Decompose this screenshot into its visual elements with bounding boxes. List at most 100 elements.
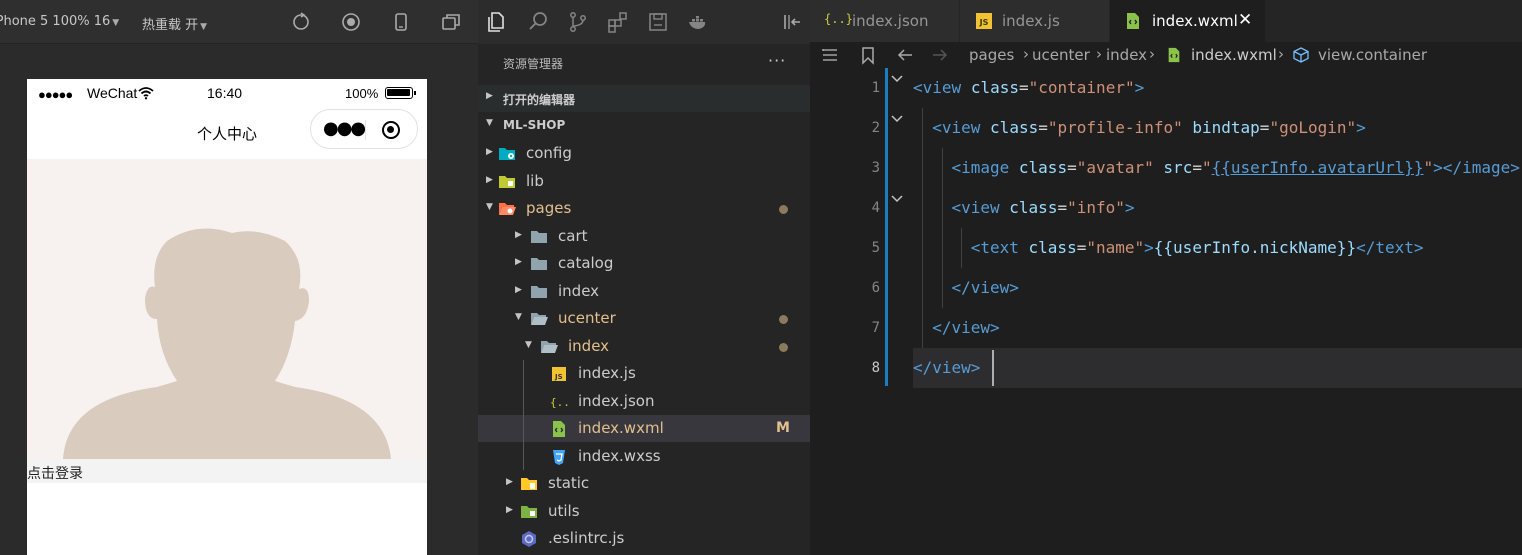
json-file-icon: {..} bbox=[824, 12, 853, 26]
more-actions-icon[interactable]: ··· bbox=[768, 51, 786, 70]
hot-reload-toggle[interactable]: 热重载 开 ▼ bbox=[142, 14, 207, 33]
rotate-icon[interactable] bbox=[290, 11, 312, 33]
extensions-icon[interactable] bbox=[606, 10, 630, 34]
line-number: 8 bbox=[871, 360, 880, 376]
breadcrumb-index[interactable]: index bbox=[1106, 46, 1147, 64]
tree-item-label: lib bbox=[526, 171, 544, 190]
tab-index-json[interactable]: {..} index.json bbox=[810, 0, 960, 42]
bookmark-icon[interactable] bbox=[858, 45, 878, 65]
breadcrumb-pages[interactable]: pages bbox=[969, 46, 1014, 64]
line-number: 1 bbox=[871, 80, 880, 96]
phone-status-bar: ●●●●● WeChat 16:40 100% bbox=[27, 79, 427, 109]
indent-guide bbox=[961, 228, 962, 268]
tree-item-index[interactable]: ▶ index bbox=[478, 278, 810, 305]
back-arrow-icon[interactable] bbox=[895, 45, 915, 65]
docker-icon[interactable] bbox=[686, 10, 710, 34]
tree-item-catalog[interactable]: ▶ catalog bbox=[478, 250, 810, 277]
tree-item-index-wxss[interactable]: index.wxss bbox=[478, 443, 810, 470]
explorer-icon[interactable] bbox=[486, 10, 510, 34]
chevron-right-icon[interactable]: ▶ bbox=[515, 257, 522, 267]
chevron-right-icon[interactable]: ▶ bbox=[506, 477, 513, 487]
code-line: <view class="container"> bbox=[913, 68, 1144, 108]
chevron-down-icon[interactable]: ▼ bbox=[486, 202, 493, 212]
tab-index-js[interactable]: JS index.js bbox=[960, 0, 1110, 42]
tree-item-ucenter[interactable]: ▼ ucenter bbox=[478, 305, 810, 332]
more-icon[interactable]: ●●● bbox=[323, 118, 366, 139]
tree-item-lib[interactable]: ▶ lib bbox=[478, 168, 810, 195]
list-icon[interactable] bbox=[820, 45, 840, 65]
breadcrumb-ucenter[interactable]: ucenter bbox=[1032, 46, 1090, 64]
code-token: src bbox=[1163, 158, 1193, 177]
code-token: class bbox=[1009, 198, 1058, 217]
chevron-right-icon[interactable]: ▶ bbox=[515, 230, 522, 240]
code-token: > bbox=[1144, 238, 1154, 257]
code-token: "container" bbox=[1028, 78, 1135, 97]
code-editor[interactable]: <view class="container"> <view class="pro… bbox=[913, 68, 1522, 555]
folder-lib-icon bbox=[498, 173, 516, 190]
source-control-icon[interactable] bbox=[566, 10, 590, 34]
status-time: 16:40 bbox=[207, 85, 243, 101]
folder-open-icon bbox=[540, 338, 558, 355]
code-token: <view bbox=[913, 78, 962, 97]
editor-tab-bar: {..} index.json JS index.js index.wxml ✕ bbox=[810, 0, 1522, 42]
code-token: class bbox=[970, 78, 1019, 97]
tree-item-index-js[interactable]: JS index.js bbox=[478, 360, 810, 387]
record-icon[interactable] bbox=[340, 11, 362, 33]
tree-item-cart[interactable]: ▶ cart bbox=[478, 223, 810, 250]
tree-item-index[interactable]: ▼ index bbox=[478, 333, 810, 360]
fold-chevron-icon[interactable] bbox=[890, 74, 904, 84]
folder-pages-icon bbox=[498, 200, 516, 217]
search-icon[interactable] bbox=[526, 10, 550, 34]
phone-icon[interactable] bbox=[390, 11, 412, 33]
tree-item-utils[interactable]: ▶ utils bbox=[478, 498, 810, 525]
wxml-file-icon bbox=[1127, 13, 1139, 29]
folder-icon bbox=[530, 228, 548, 245]
css-file-icon bbox=[550, 448, 568, 465]
simulator-pane: iPhone 5 100% 16▼ 热重载 开▼ ●●●●● WeChat bbox=[0, 0, 478, 555]
tree-item-static[interactable]: ▶ static bbox=[478, 470, 810, 497]
tab-index-wxml[interactable]: index.wxml ✕ bbox=[1110, 0, 1266, 42]
code-token: "name" bbox=[1086, 238, 1145, 257]
device-selector[interactable]: iPhone 5 100% 16 ▼ bbox=[0, 14, 119, 29]
avatar[interactable] bbox=[27, 159, 427, 459]
tree-item-index-json[interactable]: {..} index.json bbox=[478, 388, 810, 415]
text-cursor bbox=[992, 350, 994, 386]
code-line: </view> bbox=[932, 308, 999, 348]
chevron-down-icon[interactable]: ▼ bbox=[525, 340, 532, 350]
fold-chevron-icon[interactable] bbox=[890, 114, 904, 124]
tree-item-pages[interactable]: ▼ pages bbox=[478, 195, 810, 222]
save-icon[interactable] bbox=[646, 10, 670, 34]
chevron-down-icon[interactable]: ▼ bbox=[515, 312, 522, 322]
fold-chevron-icon[interactable] bbox=[890, 194, 904, 204]
js-file-icon: JS bbox=[976, 13, 992, 29]
detach-window-icon[interactable] bbox=[440, 11, 462, 33]
close-mini-program-icon[interactable] bbox=[382, 121, 400, 139]
tree-item-config[interactable]: ▶ config bbox=[478, 140, 810, 167]
folder-static-icon bbox=[520, 475, 538, 492]
collapse-panel-icon[interactable] bbox=[780, 10, 804, 34]
breadcrumb-symbol[interactable]: view.container bbox=[1318, 46, 1427, 64]
code-token: = bbox=[1018, 78, 1029, 97]
explorer-pane: 资源管理器 ··· ▶ 打开的编辑器 ▼ ML-SHOP ▶ config ▶ lib… bbox=[478, 0, 810, 555]
tree-item-label: index.json bbox=[578, 391, 655, 410]
current-line-highlight bbox=[913, 348, 1522, 388]
chevron-down-icon: ▼ bbox=[486, 118, 493, 128]
tree-item-label: catalog bbox=[558, 254, 614, 272]
close-tab-icon[interactable]: ✕ bbox=[1238, 10, 1252, 30]
chevron-right-icon[interactable]: ▶ bbox=[486, 147, 493, 157]
indent-guide bbox=[922, 108, 923, 348]
code-line: </view> bbox=[913, 348, 980, 388]
open-editors-section[interactable]: ▶ 打开的编辑器 bbox=[478, 85, 810, 112]
tree-item-eslintrc-js[interactable]: .eslintrc.js bbox=[478, 525, 810, 552]
forward-arrow-icon[interactable] bbox=[930, 45, 950, 65]
login-row[interactable]: 点击登录 bbox=[27, 459, 427, 483]
project-section[interactable]: ▼ ML-SHOP bbox=[478, 112, 810, 139]
chevron-right-icon[interactable]: ▶ bbox=[486, 175, 493, 185]
code-token: </view> bbox=[932, 318, 1000, 337]
chevron-right-icon[interactable]: ▶ bbox=[515, 285, 522, 295]
chevron-right-icon[interactable]: ▶ bbox=[506, 505, 513, 515]
breadcrumb-file[interactable]: index.wxml bbox=[1191, 46, 1277, 64]
tree-item-index-wxml[interactable]: index.wxml M bbox=[478, 415, 810, 442]
